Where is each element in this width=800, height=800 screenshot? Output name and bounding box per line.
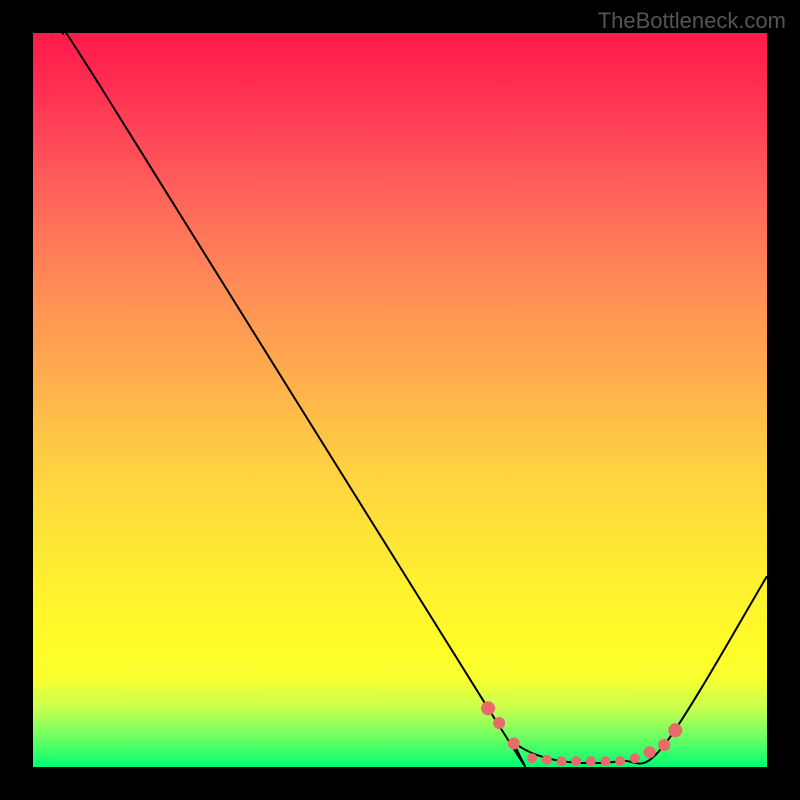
plot-area [33,33,767,767]
highlight-dot [571,756,581,766]
highlight-dot [601,756,611,766]
bottleneck-curve-line [56,33,767,766]
highlight-dot [586,756,596,766]
highlight-dot [615,756,625,766]
highlight-dot [527,753,537,763]
highlight-dot [668,723,682,737]
highlight-dots-group [481,701,682,766]
highlight-dot [542,755,552,765]
highlight-dot [493,717,505,729]
highlight-dot [644,746,656,758]
curve-svg [33,33,767,767]
highlight-dot [508,738,520,750]
highlight-dot [481,701,495,715]
highlight-dot [557,756,567,766]
watermark-text: TheBottleneck.com [598,8,786,34]
highlight-dot [630,753,640,763]
highlight-dot [658,739,670,751]
